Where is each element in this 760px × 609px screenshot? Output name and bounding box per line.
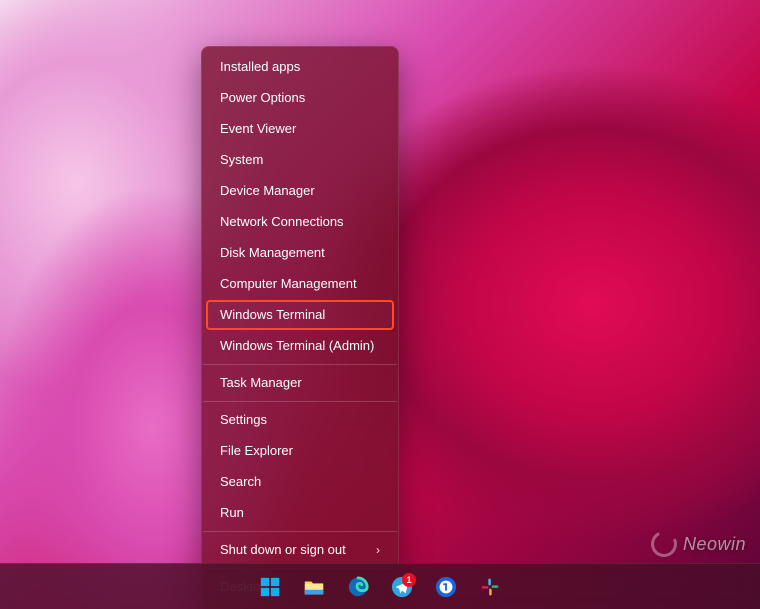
menu-item-label: Installed apps	[220, 59, 300, 75]
taskbar: 1	[0, 563, 760, 609]
menu-item-windows-terminal[interactable]: Windows Terminal	[206, 300, 394, 330]
menu-item-event-viewer[interactable]: Event Viewer	[206, 114, 394, 144]
menu-separator	[203, 401, 397, 402]
taskbar-telegram-button[interactable]: 1	[383, 568, 421, 606]
menu-item-label: Settings	[220, 412, 267, 428]
menu-item-device-manager[interactable]: Device Manager	[206, 176, 394, 206]
menu-item-label: Disk Management	[220, 245, 325, 261]
start-icon	[258, 575, 282, 599]
taskbar-onepassword-button[interactable]	[427, 568, 465, 606]
menu-item-label: Search	[220, 474, 261, 490]
file-explorer-icon	[302, 575, 326, 599]
chevron-right-icon: ›	[376, 542, 380, 558]
taskbar-slack-button[interactable]	[471, 568, 509, 606]
menu-item-power-options[interactable]: Power Options	[206, 83, 394, 113]
swirl-icon	[647, 527, 680, 560]
menu-item-label: Windows Terminal	[220, 307, 325, 323]
menu-separator	[203, 364, 397, 365]
menu-item-label: Task Manager	[220, 375, 302, 391]
taskbar-file-explorer-button[interactable]	[295, 568, 333, 606]
slack-icon	[478, 575, 502, 599]
menu-item-disk-management[interactable]: Disk Management	[206, 238, 394, 268]
menu-item-windows-terminal-admin[interactable]: Windows Terminal (Admin)	[206, 331, 394, 361]
menu-item-system[interactable]: System	[206, 145, 394, 175]
notification-badge: 1	[402, 573, 416, 587]
menu-item-label: Device Manager	[220, 183, 315, 199]
taskbar-start-button[interactable]	[251, 568, 289, 606]
menu-item-label: Shut down or sign out	[220, 542, 346, 558]
edge-icon	[346, 575, 370, 599]
menu-item-label: Run	[220, 505, 244, 521]
watermark-text: Neowin	[683, 534, 746, 555]
menu-separator	[203, 531, 397, 532]
menu-item-label: Computer Management	[220, 276, 357, 292]
watermark: Neowin	[651, 531, 746, 557]
onepassword-icon	[434, 575, 458, 599]
menu-item-label: Windows Terminal (Admin)	[220, 338, 374, 354]
menu-item-task-manager[interactable]: Task Manager	[206, 368, 394, 398]
menu-item-run[interactable]: Run	[206, 498, 394, 528]
desktop-wallpaper[interactable]: Installed apps Power Options Event Viewer S…	[0, 0, 760, 609]
menu-item-label: System	[220, 152, 263, 168]
telegram-icon: 1	[390, 575, 414, 599]
menu-item-shut-down-or-sign-out[interactable]: Shut down or sign out ›	[206, 535, 394, 565]
menu-item-label: File Explorer	[220, 443, 293, 459]
menu-item-label: Network Connections	[220, 214, 344, 230]
menu-item-label: Event Viewer	[220, 121, 296, 137]
menu-item-search[interactable]: Search	[206, 467, 394, 497]
menu-item-label: Power Options	[220, 90, 305, 106]
menu-item-network-connections[interactable]: Network Connections	[206, 207, 394, 237]
menu-item-settings[interactable]: Settings	[206, 405, 394, 435]
winx-context-menu: Installed apps Power Options Event Viewer S…	[201, 46, 399, 608]
menu-item-file-explorer[interactable]: File Explorer	[206, 436, 394, 466]
menu-item-computer-management[interactable]: Computer Management	[206, 269, 394, 299]
menu-item-installed-apps[interactable]: Installed apps	[206, 52, 394, 82]
taskbar-edge-button[interactable]	[339, 568, 377, 606]
